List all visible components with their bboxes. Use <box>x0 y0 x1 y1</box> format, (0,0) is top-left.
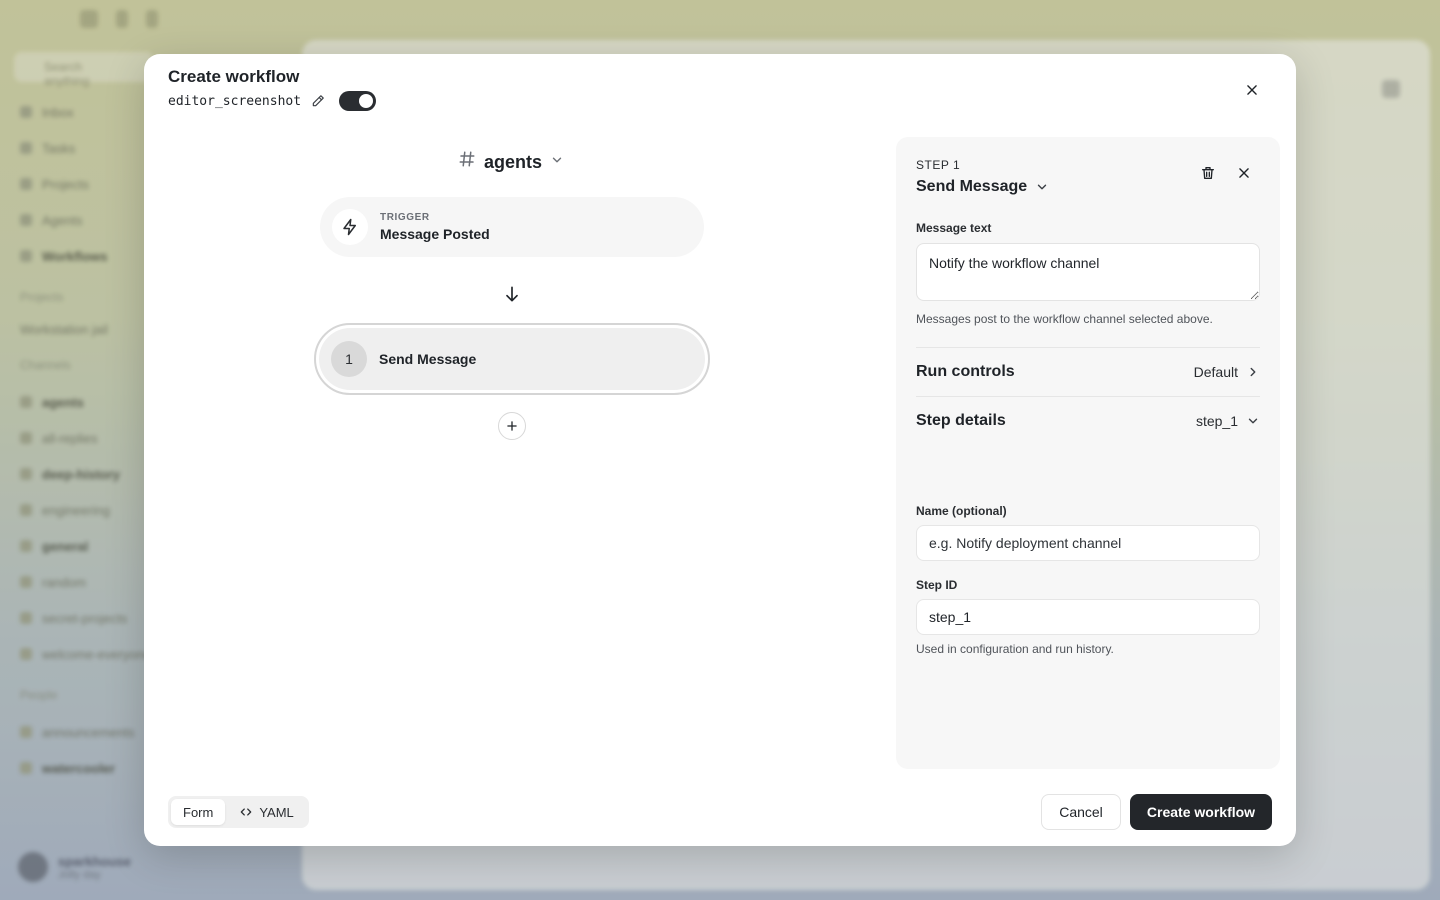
panel-close-button[interactable] <box>1234 163 1254 183</box>
chevron-right-icon <box>1250 367 1256 377</box>
mode-yaml-button[interactable]: YAML <box>227 799 305 825</box>
message-text-label: Message text <box>916 221 992 235</box>
trigger-value: Message Posted <box>380 226 490 242</box>
plus-icon <box>507 421 517 431</box>
modal-title: Create workflow <box>168 67 300 86</box>
message-text-help: Messages post to the workflow channel se… <box>916 312 1213 326</box>
workflow-name-row: editor_screenshot <box>168 91 377 111</box>
step-number: 1 <box>331 341 367 377</box>
modal-close-button[interactable] <box>1242 80 1262 100</box>
pencil-icon[interactable] <box>311 94 325 108</box>
close-icon <box>1239 168 1249 178</box>
workflow-name[interactable]: editor_screenshot <box>168 94 301 109</box>
step-action-selector[interactable]: Send Message <box>916 178 1049 196</box>
add-step-button[interactable] <box>498 412 526 440</box>
divider <box>916 347 1260 348</box>
workflow-enabled-toggle[interactable] <box>339 91 377 111</box>
arrow-down-icon <box>502 284 522 304</box>
channel-name: agents <box>484 151 543 172</box>
step-id-input[interactable] <box>916 599 1260 635</box>
close-icon <box>1247 85 1257 95</box>
mode-form-button[interactable]: Form <box>171 799 226 825</box>
message-text-input[interactable]: Notify the workflow channel <box>916 243 1260 301</box>
name-label: Name (optional) <box>916 504 1007 518</box>
run-controls-title: Run controls <box>916 363 1015 380</box>
create-workflow-button[interactable]: Create workflow <box>1130 794 1272 830</box>
step-details-value: step_1 <box>1195 413 1238 429</box>
trash-icon <box>1202 167 1214 179</box>
step-config-panel: STEP 1 Send Message Message text Notify … <box>896 137 1280 769</box>
run-controls-row[interactable]: Run controls Default <box>916 360 1260 384</box>
create-workflow-modal: Create workflow editor_screenshot agents… <box>144 54 1296 846</box>
step-index: STEP 1 <box>916 158 961 172</box>
divider <box>916 396 1260 397</box>
lightning-icon <box>332 209 368 245</box>
delete-step-button[interactable] <box>1198 163 1218 183</box>
channel-selector[interactable]: agents <box>458 150 564 174</box>
cancel-button[interactable]: Cancel <box>1041 794 1121 830</box>
step-id-label: Step ID <box>916 578 958 592</box>
step-card: 1 Send Message <box>319 328 705 390</box>
step-card-selected[interactable]: 1 Send Message <box>314 323 710 395</box>
step-details-row[interactable]: Step details step_1 <box>916 409 1260 433</box>
trigger-label: TRIGGER <box>380 212 430 223</box>
run-controls-value: Default <box>1193 364 1238 380</box>
step-name: Send Message <box>379 351 477 367</box>
chevron-down-icon <box>1248 418 1258 424</box>
hash-icon <box>458 150 476 174</box>
code-icon <box>241 808 252 816</box>
step-name-input[interactable] <box>916 525 1260 561</box>
trigger-card[interactable]: TRIGGER Message Posted <box>320 197 704 257</box>
editor-mode-switch: Form YAML <box>168 796 309 828</box>
chevron-down-icon <box>550 153 564 172</box>
step-id-help: Used in configuration and run history. <box>916 642 1114 656</box>
step-details-title: Step details <box>916 412 1006 429</box>
chevron-down-icon <box>1037 184 1047 190</box>
